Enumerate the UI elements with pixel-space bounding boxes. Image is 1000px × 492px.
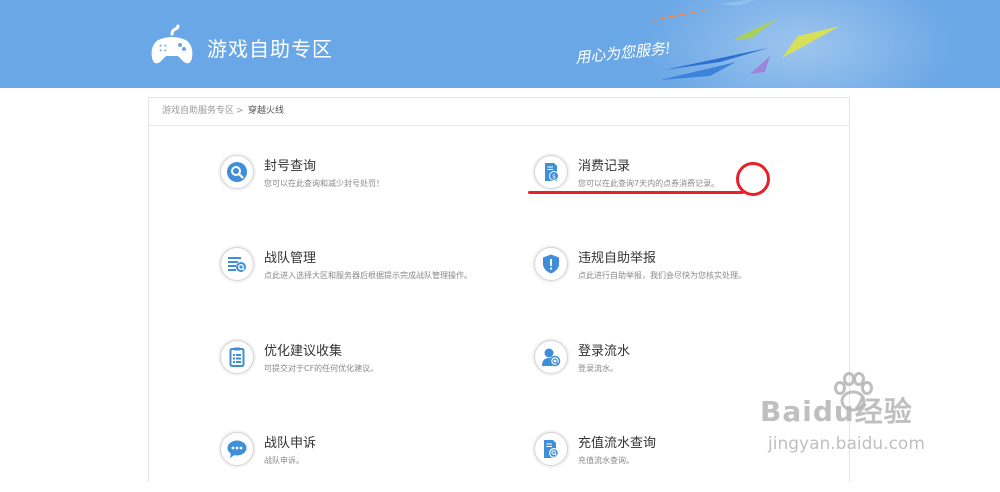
login-log-icon	[542, 348, 561, 367]
service-icon-circle	[534, 247, 568, 281]
service-desc: 您可以在此查询和减少封号处罚！	[264, 179, 384, 188]
baidu-watermark: Baidu经验 jingyan.baidu.com	[760, 368, 980, 468]
service-title[interactable]: 登录流水	[578, 340, 630, 359]
service-team-appeal[interactable]: 战队申诉 战队申诉。	[220, 432, 490, 492]
breadcrumb: 游戏自助服务专区 > 穿越火线	[149, 98, 849, 126]
service-desc: 可提交对于CF的任何优化建议。	[264, 364, 379, 373]
service-desc: 战队申诉。	[264, 456, 304, 465]
clipboard-icon	[229, 347, 245, 367]
service-icon-circle	[220, 432, 254, 466]
chat-bubble-icon	[227, 440, 247, 458]
watermark-url: jingyan.baidu.com	[768, 434, 925, 454]
service-icon-circle	[220, 155, 254, 189]
service-desc: 点此进行自助举报，我们会尽快为您核实处理。	[578, 271, 746, 280]
breadcrumb-home-link[interactable]: 游戏自助服务专区	[162, 98, 234, 125]
service-icon-circle	[220, 340, 254, 374]
service-title[interactable]: 战队申诉	[264, 432, 316, 451]
service-title[interactable]: 消费记录	[578, 155, 630, 174]
gamepad-icon	[151, 24, 193, 64]
service-desc: 点此进入选择大区和服务器后根据提示完成战队管理操作。	[264, 271, 472, 280]
recharge-log-icon	[544, 440, 559, 458]
service-icon-circle	[534, 432, 568, 466]
breadcrumb-current: 穿越火线	[248, 106, 285, 116]
service-icon-circle: $	[534, 155, 568, 189]
shield-icon	[543, 254, 559, 274]
service-title[interactable]: 战队管理	[264, 247, 316, 266]
service-icon-circle	[220, 247, 254, 281]
service-title[interactable]: 充值流水查询	[578, 432, 656, 451]
annotation-circle	[736, 162, 770, 196]
service-icon-circle	[534, 340, 568, 374]
service-title[interactable]: 优化建议收集	[264, 340, 342, 359]
bill-icon: $	[545, 163, 559, 181]
watermark-brand: Baidu经验	[760, 395, 913, 428]
content-panel: 游戏自助服务专区 > 穿越火线 封号查询 您可以在此查询和减少封号处罚！ $ 消…	[148, 97, 850, 482]
breadcrumb-separator: >	[236, 106, 244, 116]
service-team-management[interactable]: 战队管理 点此进入选择大区和服务器后根据提示完成战队管理操作。	[220, 247, 490, 307]
annotation-underline	[528, 191, 744, 194]
svg-text:$: $	[552, 174, 556, 181]
team-manage-icon	[228, 257, 246, 272]
service-title[interactable]: 封号查询	[264, 155, 316, 174]
service-suggestion-collection[interactable]: 优化建议收集 可提交对于CF的任何优化建议。	[220, 340, 490, 400]
service-ban-query[interactable]: 封号查询 您可以在此查询和减少封号处罚！	[220, 155, 490, 215]
search-icon	[227, 162, 247, 182]
page-title: 游戏自助专区	[207, 37, 333, 61]
header-banner: 游戏自助专区 用心为您服务!	[0, 0, 1000, 88]
service-title[interactable]: 违规自助举报	[578, 247, 656, 266]
service-violation-report[interactable]: 违规自助举报 点此进行自助举报，我们会尽快为您核实处理。	[534, 247, 804, 307]
